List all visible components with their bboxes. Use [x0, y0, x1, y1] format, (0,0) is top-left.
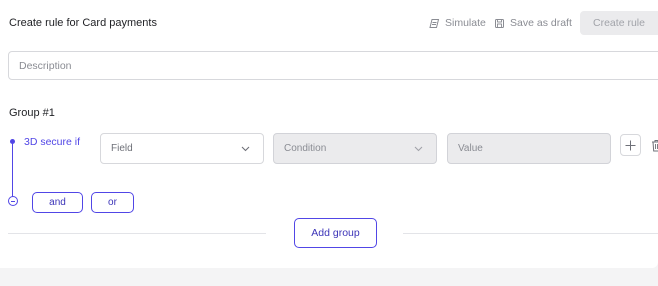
field-select[interactable]: Field — [100, 133, 264, 164]
condition-select[interactable]: Condition — [273, 133, 437, 164]
page-title: Create rule for Card payments — [9, 17, 157, 29]
description-input[interactable] — [8, 51, 658, 80]
add-group-button[interactable]: Add group — [294, 218, 377, 248]
delete-condition-button[interactable] — [646, 134, 658, 156]
trash-icon — [652, 139, 658, 151]
or-button[interactable]: or — [91, 192, 134, 213]
timeline-end-icon — [8, 196, 18, 206]
save-as-draft-button[interactable]: Save as draft — [494, 12, 572, 34]
and-button[interactable]: and — [32, 192, 83, 213]
plus-icon — [625, 140, 636, 150]
chevron-down-icon — [414, 146, 423, 152]
value-input-placeholder: Value — [458, 143, 483, 154]
rule-editor-card: Create rule for Card payments Simulate S… — [0, 0, 658, 268]
simulate-label: Simulate — [445, 17, 486, 29]
chevron-down-icon — [241, 146, 250, 152]
add-condition-button[interactable] — [620, 134, 641, 156]
group-timeline — [12, 142, 13, 199]
field-select-value: Field — [111, 143, 133, 154]
create-rule-button[interactable]: Create rule — [580, 11, 658, 35]
value-input[interactable]: Value — [447, 133, 611, 164]
save-as-draft-label: Save as draft — [510, 17, 572, 29]
save-icon — [494, 18, 505, 29]
simulate-button[interactable]: Simulate — [429, 12, 486, 34]
simulate-icon — [429, 18, 440, 29]
group-title: Group #1 — [9, 107, 55, 119]
condition-label: 3D secure if — [24, 136, 81, 148]
timeline-dot-icon — [10, 139, 15, 144]
condition-select-placeholder: Condition — [284, 143, 327, 154]
